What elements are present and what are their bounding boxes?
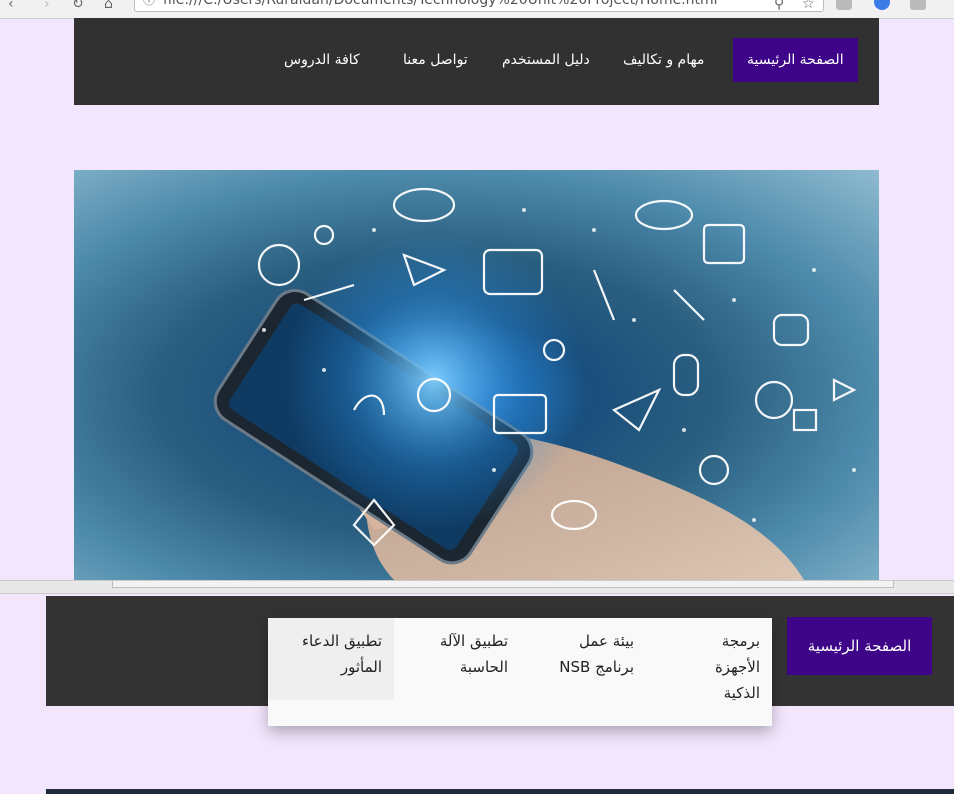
address-text: file:///C:/Users/Ruraldan/Documents/Tech… [163,0,718,8]
bottom-banner-image [46,789,954,794]
home-icon[interactable]: ⌂ [104,0,113,12]
nav-user-guide[interactable]: دليل المستخدم [502,38,590,82]
nav-all-lessons[interactable]: كافة الدروس [284,38,360,82]
info-icon: ⓘ [143,0,156,7]
dropdown-item-smart-devices[interactable]: برمجة الأجهزة الذكية [686,618,772,702]
browser-toolbar: ‹ › ↻ ⌂ ⓘ file:///C:/Users/Ruraldan/Docu… [0,0,954,19]
dropdown-item-nsb-environment[interactable]: بيئة عمل برنامج NSB [538,618,646,700]
forward-arrow-icon[interactable]: › [44,0,50,12]
extension-icon[interactable] [836,0,852,10]
search-icon[interactable]: ⚲ [774,0,784,12]
scrollbar-track[interactable] [112,581,894,588]
profile-icon[interactable] [874,0,890,10]
address-bar[interactable]: ⓘ file:///C:/Users/Ruraldan/Documents/Te… [134,0,824,12]
back-arrow-icon[interactable]: ‹ [8,0,14,12]
hero-illustration [213,187,857,580]
bookmark-star-icon[interactable]: ☆ [802,0,815,12]
reload-icon[interactable]: ↻ [72,0,84,12]
lessons-dropdown-menu: برمجة الأجهزة الذكية بيئة عمل برنامج NSB… [268,618,772,726]
nav-tasks[interactable]: مهام و تكاليف [623,38,704,82]
hero-image [74,170,879,580]
top-navigation: الصفحة الرئيسية مهام و تكاليف دليل المست… [74,18,879,105]
menu-icon[interactable] [910,0,926,10]
nav-contact[interactable]: تواصل معنا [403,38,468,82]
dropdown-item-dua-app[interactable]: تطبيق الدعاء المأثور [268,618,394,700]
nav-home[interactable]: الصفحة الرئيسية [733,38,858,82]
secondary-nav-home[interactable]: الصفحة الرئيسية [787,617,932,675]
dropdown-item-calculator[interactable]: تطبيق الآلة الحاسبة [402,618,520,700]
